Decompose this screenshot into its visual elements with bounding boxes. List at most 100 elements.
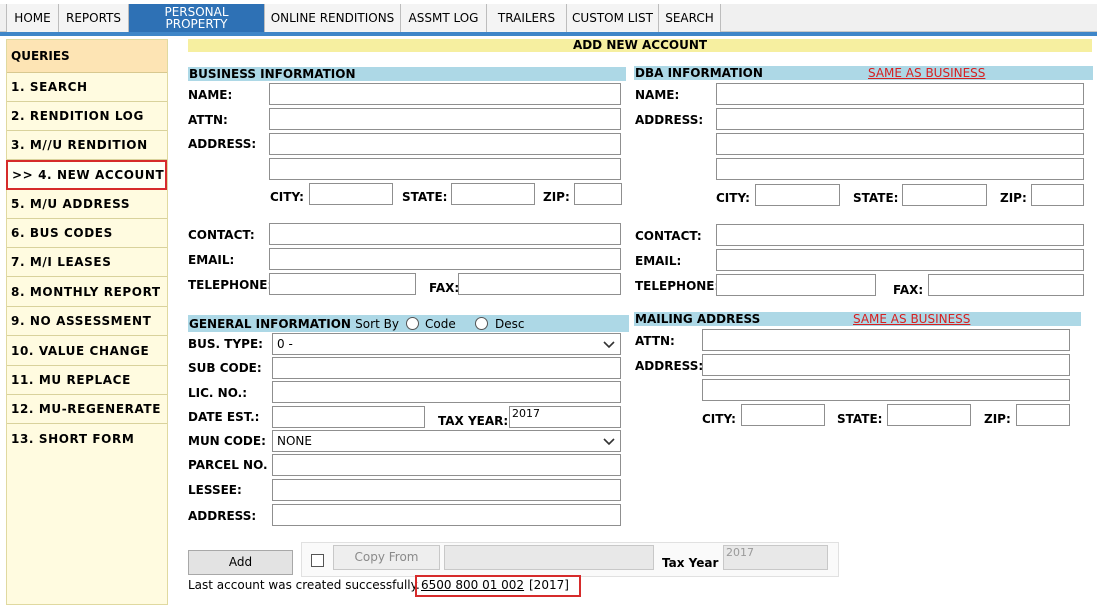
- general-info-heading-text: GENERAL INFORMATION: [189, 317, 351, 331]
- sidebar-item-no-assessment[interactable]: 9. NO ASSESSMENT: [7, 307, 167, 336]
- sidebar-item-search[interactable]: 1. SEARCH: [7, 73, 167, 102]
- sort-desc-radio[interactable]: [475, 317, 488, 330]
- bus-type-label: BUS. TYPE:: [188, 337, 263, 351]
- mailing-attn-input[interactable]: [702, 329, 1070, 351]
- sidebar-heading: QUERIES: [7, 40, 167, 73]
- date-est-label: DATE EST.:: [188, 410, 260, 424]
- copy-from-button[interactable]: Copy From: [333, 545, 440, 570]
- dba-city-input[interactable]: [755, 184, 840, 206]
- mailing-state-input[interactable]: [887, 404, 971, 426]
- business-attn-input[interactable]: [269, 108, 621, 130]
- mailing-address-heading-text: MAILING ADDRESS: [635, 312, 761, 326]
- tab-home[interactable]: HOME: [6, 4, 59, 32]
- business-address-line2-input[interactable]: [269, 158, 621, 180]
- sidebar-item-mu-address[interactable]: 5. M/U ADDRESS: [7, 190, 167, 219]
- lessee-input[interactable]: [272, 479, 621, 501]
- sidebar-item-short-form[interactable]: 13. SHORT FORM: [7, 425, 167, 454]
- mun-code-select[interactable]: NONE: [272, 430, 621, 452]
- copy-from-account-input[interactable]: [444, 545, 654, 570]
- page-title: ADD NEW ACCOUNT: [188, 39, 1092, 52]
- tab-reports[interactable]: REPORTS: [59, 4, 129, 32]
- business-name-input[interactable]: [269, 83, 621, 105]
- business-email-input[interactable]: [269, 248, 621, 270]
- date-est-input[interactable]: [272, 406, 425, 428]
- sidebar: QUERIES 1. SEARCH 2. RENDITION LOG 3. M/…: [6, 39, 168, 605]
- dba-fax-input[interactable]: [928, 274, 1084, 296]
- sort-code-label: Code: [425, 317, 456, 331]
- dba-state-input[interactable]: [902, 184, 987, 206]
- sidebar-item-mu-regenerate[interactable]: 12. MU-REGENERATE: [7, 395, 167, 424]
- sidebar-item-monthly-report[interactable]: 8. MONTHLY REPORT: [7, 278, 167, 307]
- bus-type-value: 0 -: [277, 337, 293, 351]
- mailing-same-as-business-link[interactable]: SAME AS BUSINESS: [853, 312, 970, 326]
- sidebar-item-mu-replace[interactable]: 11. MU REPLACE: [7, 366, 167, 395]
- dba-contact-input[interactable]: [716, 224, 1084, 246]
- lic-no-label: LIC. NO.:: [188, 386, 247, 400]
- dba-address-line1-input[interactable]: [716, 108, 1084, 130]
- business-state-label: STATE:: [402, 190, 448, 204]
- sub-code-label: SUB CODE:: [188, 361, 262, 375]
- dba-zip-input[interactable]: [1031, 184, 1084, 206]
- sidebar-item-mi-leases[interactable]: 7. M/I LEASES: [7, 248, 167, 277]
- mailing-address-line1-input[interactable]: [702, 354, 1070, 376]
- dba-state-label: STATE:: [853, 191, 899, 205]
- sidebar-item-rendition-log[interactable]: 2. RENDITION LOG: [7, 102, 167, 131]
- mailing-state-label: STATE:: [837, 412, 883, 426]
- status-account-link[interactable]: 6500 800 01 002: [421, 578, 524, 592]
- dba-info-heading-text: DBA INFORMATION: [635, 66, 763, 80]
- copy-tax-year-input[interactable]: 2017: [723, 545, 828, 570]
- copy-from-checkbox[interactable]: [311, 554, 324, 567]
- business-state-input[interactable]: [451, 183, 535, 205]
- general-address-label: ADDRESS:: [188, 509, 257, 523]
- dba-address-line2-input[interactable]: [716, 133, 1084, 155]
- top-navigation: HOME REPORTS PERSONAL PROPERTY ONLINE RE…: [0, 0, 1097, 36]
- business-city-input[interactable]: [309, 183, 393, 205]
- sort-by-label: Sort By: [355, 317, 399, 331]
- dba-telephone-input[interactable]: [716, 274, 876, 296]
- dba-contact-label: CONTACT:: [635, 229, 702, 243]
- sort-desc-label: Desc: [495, 317, 525, 331]
- add-button[interactable]: Add: [188, 550, 293, 575]
- tab-personal-property[interactable]: PERSONAL PROPERTY: [129, 4, 265, 32]
- business-contact-input[interactable]: [269, 223, 621, 245]
- sidebar-item-new-account[interactable]: >> 4. NEW ACCOUNT: [6, 160, 167, 190]
- tab-online-renditions[interactable]: ONLINE RENDITIONS: [265, 4, 401, 32]
- sort-code-radio[interactable]: [406, 317, 419, 330]
- mailing-address-label: ADDRESS:: [635, 359, 704, 373]
- chevron-down-icon: [603, 341, 615, 349]
- tab-search[interactable]: SEARCH: [659, 4, 721, 32]
- tab-trailers[interactable]: TRAILERS: [487, 4, 567, 32]
- mailing-address-line2-input[interactable]: [702, 379, 1070, 401]
- business-zip-input[interactable]: [574, 183, 622, 205]
- business-fax-input[interactable]: [458, 273, 621, 295]
- tab-assmt-log[interactable]: ASSMT LOG: [401, 4, 487, 32]
- dba-address-line3-input[interactable]: [716, 158, 1084, 180]
- parcel-no-label: PARCEL NO.: [188, 458, 268, 472]
- mailing-zip-input[interactable]: [1016, 404, 1070, 426]
- copy-tax-year-value: 2017: [726, 546, 754, 559]
- bus-type-select[interactable]: 0 -: [272, 333, 621, 355]
- tax-year-input[interactable]: 2017: [509, 406, 621, 428]
- business-info-heading: BUSINESS INFORMATION: [188, 67, 626, 81]
- status-message: Last account was created successfully.: [188, 578, 420, 592]
- lic-no-input[interactable]: [272, 381, 621, 403]
- sidebar-item-value-change[interactable]: 10. VALUE CHANGE: [7, 337, 167, 366]
- sidebar-item-mu-rendition[interactable]: 3. M//U RENDITION: [7, 131, 167, 160]
- dba-name-input[interactable]: [716, 83, 1084, 105]
- dba-same-as-business-link[interactable]: SAME AS BUSINESS: [868, 66, 985, 80]
- sidebar-item-bus-codes[interactable]: 6. BUS CODES: [7, 219, 167, 248]
- sub-code-input[interactable]: [272, 357, 621, 379]
- dba-fax-label: FAX:: [893, 283, 924, 297]
- business-address-line1-input[interactable]: [269, 133, 621, 155]
- tab-custom-list[interactable]: CUSTOM LIST: [567, 4, 659, 32]
- dba-email-input[interactable]: [716, 249, 1084, 271]
- general-address-input[interactable]: [272, 504, 621, 526]
- mailing-city-input[interactable]: [741, 404, 825, 426]
- tab-personal-property-line2: PROPERTY: [165, 17, 228, 31]
- mailing-city-label: CITY:: [702, 412, 736, 426]
- business-telephone-input[interactable]: [269, 273, 416, 295]
- business-fax-label: FAX:: [429, 281, 460, 295]
- chevron-down-icon: [603, 438, 615, 446]
- dba-email-label: EMAIL:: [635, 254, 682, 268]
- parcel-no-input[interactable]: [272, 454, 621, 476]
